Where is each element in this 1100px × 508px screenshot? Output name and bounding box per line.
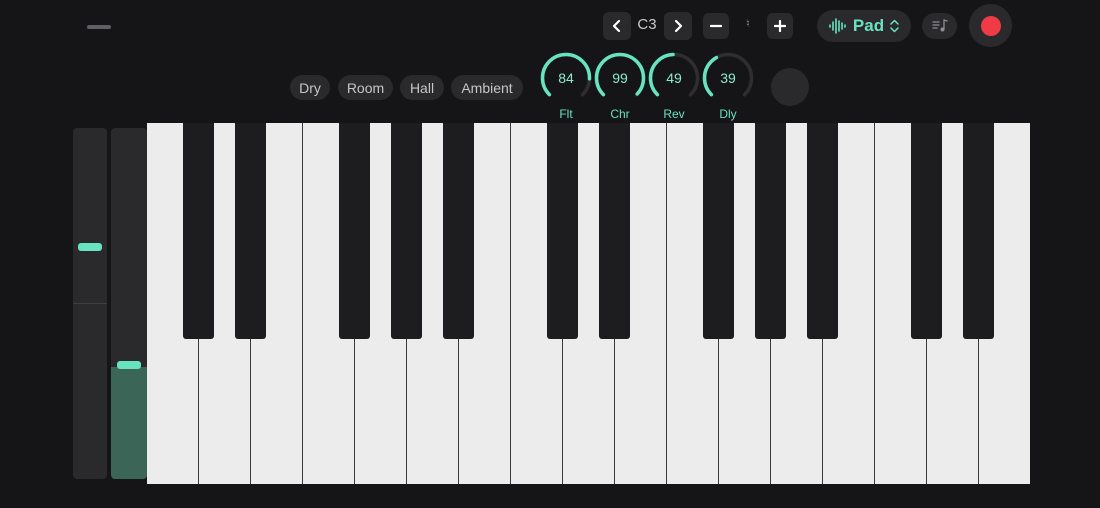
black-key[interactable] [807, 123, 838, 339]
modulation-fill [111, 367, 147, 479]
octave-label: C3 [637, 16, 657, 33]
black-key[interactable] [235, 123, 266, 339]
knob-filter-label: Flt [559, 107, 573, 121]
pitch-bend-slider[interactable] [73, 128, 107, 479]
preset-dry[interactable]: Dry [290, 75, 330, 100]
black-key[interactable] [339, 123, 370, 339]
transpose-value: ♮ [746, 18, 750, 30]
preset-hall[interactable]: Hall [400, 75, 444, 100]
preset-room[interactable]: Room [338, 75, 393, 100]
music-list-icon [931, 19, 948, 32]
black-key[interactable] [911, 123, 942, 339]
knob-chorus[interactable]: 99 [594, 52, 646, 104]
record-dot-icon [980, 15, 1001, 36]
sound-name: Pad [852, 16, 885, 35]
notes-button[interactable] [922, 13, 957, 39]
knob-delay[interactable]: 39 [702, 52, 754, 104]
plus-icon [774, 20, 786, 32]
knob-reverb-value: 49 [666, 70, 682, 86]
chevron-up-down-icon [890, 19, 899, 33]
preset-ambient[interactable]: Ambient [451, 75, 523, 100]
black-key[interactable] [547, 123, 578, 339]
waveform-icon [829, 18, 846, 34]
knob-chorus-value: 99 [612, 70, 628, 86]
modulation-handle[interactable] [117, 361, 141, 369]
transpose-up-button[interactable] [767, 13, 793, 39]
knob-filter[interactable]: 84 [540, 52, 592, 104]
black-key[interactable] [183, 123, 214, 339]
knob-delay-label: Dly [719, 107, 737, 121]
knob-reverb-label: Rev [663, 107, 685, 121]
black-key[interactable] [755, 123, 786, 339]
knob-chorus-label: Chr [610, 107, 630, 121]
pitch-center-line [73, 303, 107, 304]
drag-handle[interactable] [87, 25, 111, 29]
knob-filter-value: 84 [558, 70, 574, 86]
record-button[interactable] [969, 4, 1012, 47]
transpose-down-button[interactable] [703, 13, 729, 39]
black-key[interactable] [443, 123, 474, 339]
sound-selector[interactable]: Pad [817, 10, 911, 42]
chevron-right-icon [674, 19, 683, 33]
black-key[interactable] [703, 123, 734, 339]
modulation-slider[interactable] [111, 128, 147, 479]
minus-icon [710, 24, 722, 28]
black-key[interactable] [391, 123, 422, 339]
octave-down-button[interactable] [603, 12, 631, 40]
effects-toggle-button[interactable] [771, 68, 809, 106]
piano-keyboard[interactable] [147, 123, 1030, 484]
knob-reverb[interactable]: 49 [648, 52, 700, 104]
octave-up-button[interactable] [664, 12, 692, 40]
pitch-bend-handle[interactable] [78, 242, 102, 251]
knob-delay-value: 39 [720, 70, 736, 86]
black-key[interactable] [599, 123, 630, 339]
black-key[interactable] [963, 123, 994, 339]
chevron-left-icon [612, 19, 621, 33]
